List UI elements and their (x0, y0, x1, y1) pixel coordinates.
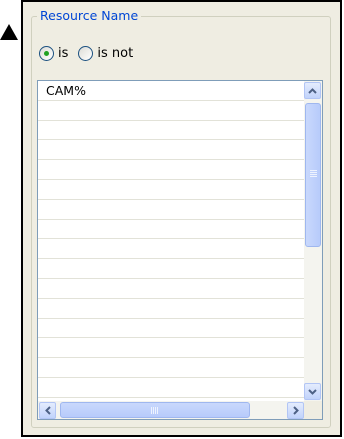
grip-icon (310, 170, 317, 178)
list-item[interactable] (38, 338, 305, 359)
list-item[interactable] (38, 299, 305, 319)
radio-is[interactable]: is (39, 46, 68, 61)
list-item[interactable] (38, 160, 305, 180)
radio-is-label: is (58, 46, 69, 61)
list-item[interactable] (38, 279, 305, 299)
resource-name-panel: Resource Name is is not CAM% (21, 0, 342, 437)
chevron-down-icon (308, 388, 317, 395)
list-item[interactable] (38, 180, 305, 200)
list-item[interactable] (38, 121, 305, 141)
list-item[interactable] (38, 319, 305, 339)
list-item[interactable] (38, 101, 305, 121)
horizontal-scrollbar[interactable] (38, 401, 305, 419)
scrollbar-corner (304, 401, 322, 419)
vertical-scroll-thumb[interactable] (305, 103, 321, 247)
resource-name-list[interactable]: CAM% (37, 80, 323, 420)
chevron-right-icon (292, 406, 299, 415)
list-item[interactable] (38, 140, 305, 161)
radio-is-not-label: is not (97, 46, 134, 61)
list-item[interactable] (38, 358, 305, 378)
list-item[interactable] (38, 239, 305, 260)
scroll-down-button[interactable] (304, 383, 321, 400)
list-item[interactable] (38, 259, 305, 279)
radio-selected-dot-icon (44, 51, 49, 56)
match-mode-radio-group: is is not (39, 46, 143, 61)
group-title: Resource Name (37, 8, 142, 23)
horizontal-scroll-thumb[interactable] (60, 402, 250, 418)
grip-icon (151, 407, 159, 414)
pointer-arrow-icon (0, 24, 18, 40)
vertical-scrollbar[interactable] (304, 81, 322, 401)
scroll-right-button[interactable] (287, 402, 304, 419)
radio-is-button[interactable] (39, 46, 54, 61)
list-item[interactable] (38, 220, 305, 240)
scroll-left-button[interactable] (39, 402, 56, 419)
scroll-up-button[interactable] (304, 82, 321, 99)
list-item[interactable] (38, 378, 305, 398)
list-item[interactable]: CAM% (38, 81, 305, 101)
chevron-up-icon (308, 87, 317, 94)
list-rows: CAM% (38, 81, 305, 401)
chevron-left-icon (44, 406, 51, 415)
radio-is-not-button[interactable] (78, 46, 94, 61)
list-item[interactable] (38, 200, 305, 220)
radio-is-not[interactable]: is not (78, 46, 133, 61)
